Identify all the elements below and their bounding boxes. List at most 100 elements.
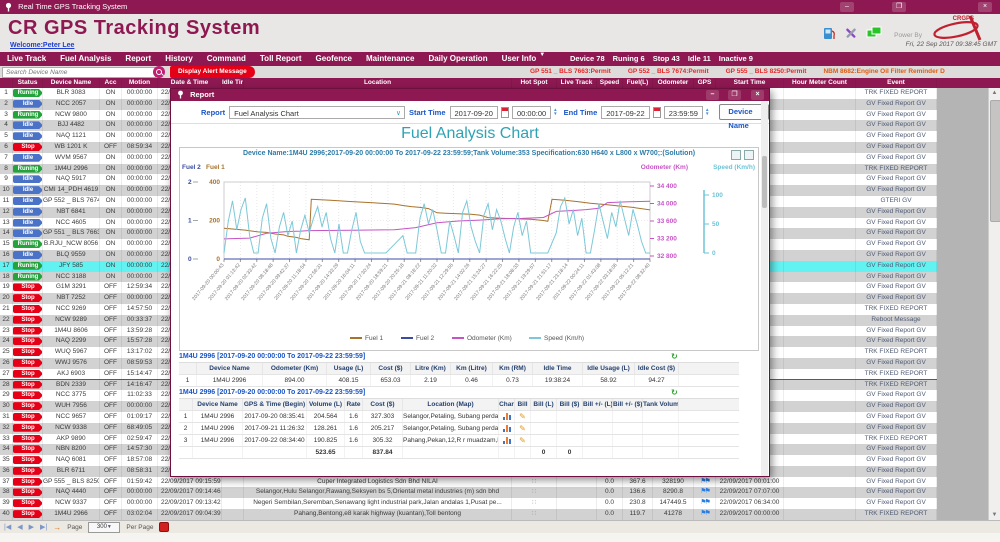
dialog-maximize-button[interactable]: ❐ bbox=[728, 90, 741, 100]
print-icon[interactable] bbox=[731, 150, 741, 160]
menu-item-command[interactable]: Command bbox=[200, 52, 253, 66]
table-row[interactable]: 39StopNCW 9337OFF00:00:0022/09/2017 09:1… bbox=[0, 498, 1000, 509]
window-titlebar: Real Time GPS Tracking System – ❐ × bbox=[0, 0, 1000, 14]
menu-item-live-track[interactable]: Live Track bbox=[0, 52, 53, 66]
device-name-cell: CMI 14_PDH 4619 bbox=[43, 185, 100, 196]
calendar-icon[interactable] bbox=[653, 107, 661, 118]
status-badge-runing: Runing bbox=[13, 165, 43, 173]
menu-item-daily-operation[interactable]: Daily Operation bbox=[421, 52, 494, 66]
table-row[interactable]: 40Stop1M4U 2966OFF03:02:0422/09/2017 09:… bbox=[0, 509, 1000, 520]
row-index: 27 bbox=[0, 369, 13, 379]
display-alert-button[interactable]: Display Alert Message bbox=[170, 66, 255, 78]
mini-chart-icon[interactable] bbox=[503, 437, 511, 444]
table-row[interactable]: 38StopNAQ 4440OFF00:00:0022/09/2017 09:1… bbox=[0, 487, 1000, 498]
motion-cell: 13:17:02 bbox=[122, 347, 158, 358]
gps-flags-icon[interactable]: ⚑⚑ bbox=[700, 510, 709, 517]
monitors-icon[interactable] bbox=[866, 26, 882, 45]
menu-item-report[interactable]: Report bbox=[118, 52, 158, 66]
maximize-button[interactable]: ❐ bbox=[892, 2, 906, 12]
col-Location (Map): Location (Map) bbox=[403, 399, 499, 410]
device-name-cell: GP 552 _ BLS 7674 bbox=[43, 196, 100, 207]
hotspot-icon[interactable]: ∷ bbox=[532, 511, 536, 517]
start-time-field[interactable]: 00:00:00 bbox=[512, 106, 551, 119]
scroll-up-icon[interactable]: ▲ bbox=[989, 88, 1000, 98]
svg-text:50: 50 bbox=[712, 221, 720, 228]
menu-item-geofence[interactable]: Geofence bbox=[309, 52, 359, 66]
refresh-page-icon[interactable] bbox=[159, 522, 169, 532]
cell bbox=[643, 423, 679, 434]
time-spinner[interactable]: ▲▼ bbox=[553, 108, 557, 117]
hour-meter-cell bbox=[784, 434, 856, 445]
end-date-field[interactable]: 2017-09-22 bbox=[601, 106, 649, 119]
edit-pencil-icon[interactable]: ✎ bbox=[519, 412, 526, 421]
hotspot-icon[interactable]: ∷ bbox=[532, 500, 536, 506]
table-row[interactable]: 11M4U 29962017-09-20 08:35:41204.5641.63… bbox=[179, 411, 739, 423]
edit-pencil-icon[interactable]: ✎ bbox=[519, 424, 526, 433]
row-index: 40 bbox=[0, 509, 13, 520]
time-spinner[interactable]: ▲▼ bbox=[705, 108, 709, 117]
gps-flags-icon[interactable]: ⚑⚑ bbox=[700, 488, 709, 495]
col-Bill ($): Bill ($) bbox=[557, 399, 583, 410]
scrollbar-thumb[interactable] bbox=[990, 100, 1000, 222]
refresh-icon[interactable]: ↻ bbox=[671, 387, 678, 398]
close-button[interactable]: × bbox=[978, 2, 992, 12]
row-index: 1 bbox=[0, 88, 13, 99]
page-size-select[interactable]: 300▼ bbox=[88, 522, 120, 533]
last-page-button[interactable]: ▶| bbox=[40, 523, 47, 531]
tools-icon[interactable] bbox=[844, 26, 858, 45]
next-page-button[interactable]: ▶ bbox=[29, 523, 34, 531]
export-icon[interactable] bbox=[744, 150, 754, 160]
table-row[interactable]: 37StopGP 555 _ BLS 8250OFF01:59:4222/09/… bbox=[0, 477, 1000, 488]
refresh-icon[interactable]: ↻ bbox=[671, 351, 678, 362]
hour-meter-cell bbox=[784, 88, 856, 99]
first-page-button[interactable]: |◀ bbox=[4, 523, 11, 531]
dialog-scrollbar[interactable] bbox=[761, 101, 768, 476]
end-time-field[interactable]: 23:59:59 bbox=[664, 106, 703, 119]
search-input[interactable] bbox=[2, 67, 156, 78]
menu-item-user-info[interactable]: User Info bbox=[495, 52, 544, 66]
dialog-close-button[interactable]: × bbox=[751, 90, 764, 100]
motion-cell: 00:00:00 bbox=[122, 239, 158, 250]
start-time-label: Start Time bbox=[409, 108, 446, 117]
menu-item-fuel-analysis[interactable]: Fuel Analysis bbox=[53, 52, 118, 66]
total-cell: 0 bbox=[557, 447, 583, 458]
event-cell: GV Fixed Report GV bbox=[856, 174, 937, 185]
table-row[interactable]: 21M4U 29962017-09-21 11:26:32128.2611.62… bbox=[179, 423, 739, 435]
calendar-icon[interactable] bbox=[501, 107, 509, 118]
event-cell: GV Fixed Report GV bbox=[856, 444, 937, 455]
row-index: 33 bbox=[0, 434, 13, 445]
device-name-cell: NAQ 5917 bbox=[43, 174, 100, 185]
mini-chart-icon[interactable] bbox=[503, 413, 511, 420]
status-badge: Runing bbox=[13, 272, 43, 283]
hotspot-icon[interactable]: ∷ bbox=[532, 479, 536, 485]
table-row[interactable]: 11M4U 2996894.00408.15653.032.190.460.73… bbox=[179, 375, 739, 387]
menu-item-toll-report[interactable]: Toll Report bbox=[253, 52, 309, 66]
gps-flags-icon[interactable]: ⚑⚑ bbox=[700, 499, 709, 506]
search-icon[interactable] bbox=[153, 66, 165, 78]
scroll-down-icon[interactable]: ▼ bbox=[989, 510, 1000, 520]
dialog-minimize-button[interactable]: – bbox=[706, 90, 719, 100]
odometer-cell: 8290.8 bbox=[653, 487, 694, 498]
start-date-field[interactable]: 2017-09-20 bbox=[450, 106, 498, 119]
table-row[interactable]: 31M4U 29962017-09-22 08:34:40190.8251.63… bbox=[179, 435, 739, 447]
prev-page-button[interactable]: ◀ bbox=[17, 523, 22, 531]
minimize-button[interactable]: – bbox=[840, 2, 854, 12]
cell: 653.03 bbox=[371, 375, 411, 386]
fuel-pump-icon[interactable] bbox=[822, 26, 836, 45]
report-type-select[interactable]: Fuel Analysis Chart∨ bbox=[229, 106, 405, 119]
cell: 2017-09-22 08:34:40 bbox=[243, 435, 307, 446]
scrollbar-thumb[interactable] bbox=[762, 156, 767, 208]
edit-pencil-icon[interactable]: ✎ bbox=[519, 436, 526, 445]
gps-flags-icon[interactable]: ⚑⚑ bbox=[700, 478, 709, 485]
grid-scrollbar[interactable]: ▲ ▼ bbox=[988, 88, 1000, 520]
welcome-user-link[interactable]: Welcome:Peter Lee bbox=[10, 42, 74, 49]
menu-item-maintenance[interactable]: Maintenance bbox=[359, 52, 421, 66]
total-cell bbox=[193, 447, 243, 458]
mini-chart-icon[interactable] bbox=[503, 425, 511, 432]
location-cell: Cuper Integrated Logistics Sdn Bhd NILAI bbox=[244, 477, 512, 488]
menu-item-history[interactable]: History bbox=[158, 52, 200, 66]
go-page-icon[interactable]: → bbox=[53, 523, 61, 532]
hotspot-icon[interactable]: ∷ bbox=[532, 489, 536, 495]
cell bbox=[557, 411, 583, 422]
marquee-alert-item: GP 551 _ BLS 7663:Permit bbox=[530, 66, 611, 78]
